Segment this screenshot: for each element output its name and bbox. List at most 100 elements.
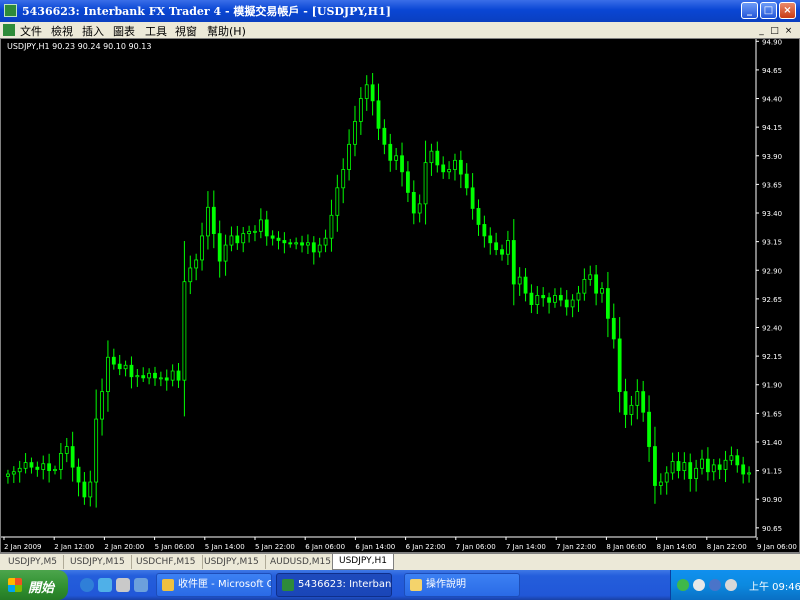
taskbar: 開始 收件匣 - Microsoft O... 5436623: Interba…: [0, 570, 800, 600]
x-tick-label: 2 Jan 12:00: [54, 543, 94, 551]
menu-file[interactable]: 文件: [20, 23, 42, 39]
x-tick-label: 9 Jan 06:00: [757, 543, 797, 551]
x-tick-label: 8 Jan 14:00: [657, 543, 697, 551]
chart-tabs: USDJPY,M5 USDJPY,M15 USDCHF,M15 USDJPY,M…: [0, 553, 800, 570]
task-inbox[interactable]: 收件匣 - Microsoft O...: [156, 573, 272, 597]
candlestick-chart[interactable]: 94.90 94.65 94.40 94.15 93.90 93.65 93.40 93.15…: [1, 39, 799, 552]
y-tick-label: 91.40: [762, 439, 782, 447]
maximize-button[interactable]: □: [760, 2, 777, 19]
candle-body: [700, 458, 704, 469]
candle-body: [611, 317, 616, 340]
start-button[interactable]: 開始: [0, 570, 68, 600]
candle-body: [658, 481, 663, 486]
quicklaunch-app-icon[interactable]: [116, 578, 130, 592]
tray-network-icon[interactable]: [677, 579, 689, 591]
trader-icon: [282, 579, 294, 591]
mdi-restore-button[interactable]: □: [769, 26, 780, 36]
menu-insert[interactable]: 插入: [82, 23, 104, 39]
mdi-minimize-button[interactable]: _: [756, 26, 767, 36]
candle-body: [235, 235, 240, 244]
tab-usdjpy-m15-2[interactable]: USDJPY,M15: [198, 555, 266, 569]
candle-body: [576, 292, 581, 301]
menu-view[interactable]: 檢視: [51, 23, 73, 39]
candle-body: [547, 297, 551, 303]
candle-body: [306, 242, 310, 246]
x-tick-label: 5 Jan 06:00: [155, 543, 195, 551]
tab-usdjpy-m15[interactable]: USDJPY,M15: [64, 555, 132, 569]
y-tick-label: 92.90: [762, 267, 782, 275]
tray-app-icon[interactable]: [693, 579, 705, 591]
candle-body: [247, 230, 251, 235]
y-tick-label: 91.15: [762, 468, 782, 476]
y-tick-label: 94.90: [762, 39, 782, 46]
y-tick-label: 90.90: [762, 496, 782, 504]
mdi-close-button[interactable]: ×: [783, 26, 794, 36]
task-help[interactable]: 操作說明: [404, 573, 520, 597]
minimize-button[interactable]: _: [741, 2, 758, 19]
title-bar: 5436623: Interbank FX Trader 4 - 模擬交易帳戶 …: [0, 0, 800, 22]
y-tick-label: 94.15: [762, 124, 782, 132]
candle-body: [353, 121, 357, 145]
candle-body: [553, 295, 557, 303]
candle-body: [594, 274, 599, 294]
candle-body: [94, 418, 99, 483]
tray-volume-icon[interactable]: [725, 579, 737, 591]
menu-tools[interactable]: 工具: [145, 23, 167, 39]
candle-body: [123, 364, 128, 370]
candle-body: [341, 169, 346, 189]
candle-body: [511, 240, 516, 285]
candle-body: [294, 242, 299, 245]
x-tick-label: 6 Jan 14:00: [355, 543, 395, 551]
candle-body: [147, 372, 152, 379]
candle-body: [229, 235, 234, 246]
candle-body: [411, 192, 416, 214]
candle-body: [100, 391, 104, 420]
candle-body: [523, 276, 528, 294]
close-button[interactable]: ×: [779, 2, 796, 19]
candle-body: [11, 471, 16, 475]
tab-usdjpy-h1[interactable]: USDJPY,H1: [332, 554, 394, 570]
candle-body: [23, 462, 28, 469]
candle-body: [329, 214, 334, 239]
ie-icon[interactable]: [80, 578, 94, 592]
candle-body: [506, 240, 510, 255]
y-tick-label: 91.90: [762, 382, 782, 390]
candle-body: [476, 208, 481, 225]
start-label: 開始: [28, 581, 55, 596]
candle-body: [558, 295, 563, 301]
candle-body: [288, 242, 293, 245]
tab-usdchf-m15[interactable]: USDCHF,M15: [130, 555, 203, 569]
candle-body: [605, 288, 610, 319]
candle-body: [47, 463, 52, 472]
candle-body: [270, 235, 275, 239]
tab-usdjpy-m5[interactable]: USDJPY,M5: [2, 555, 64, 569]
candle-body: [164, 377, 169, 381]
candle-body: [741, 464, 746, 475]
document-icon[interactable]: [3, 24, 15, 36]
candle-body: [629, 404, 634, 415]
task-label: 5436623: Interbank F...: [298, 579, 392, 590]
candle-body: [482, 224, 487, 237]
window-title: 5436623: Interbank FX Trader 4 - 模擬交易帳戶 …: [22, 5, 391, 18]
candle-body: [253, 230, 257, 233]
media-icon[interactable]: [134, 578, 148, 592]
task-trader[interactable]: 5436623: Interbank F...: [276, 573, 392, 597]
outlook-icon[interactable]: [98, 578, 112, 592]
menu-help[interactable]: 幫助(H): [207, 23, 246, 39]
tray-app-icon-2[interactable]: [709, 579, 721, 591]
mail-icon: [162, 579, 174, 591]
candle-body: [400, 155, 404, 173]
clock: 上午 09:46: [749, 582, 800, 593]
candle-body: [694, 467, 699, 480]
app-icon[interactable]: [4, 4, 17, 17]
candle-body: [82, 481, 87, 498]
task-label: 收件匣 - Microsoft O...: [178, 579, 271, 590]
candle-body: [264, 219, 269, 237]
menu-window[interactable]: 視窗: [175, 23, 197, 39]
menu-charts[interactable]: 圖表: [113, 23, 135, 39]
candle-body: [570, 299, 575, 308]
candle-body: [729, 455, 734, 461]
tab-audusd-m15[interactable]: AUDUSD,M15: [264, 555, 338, 569]
candle-body: [647, 411, 651, 447]
chart-area[interactable]: 94.90 94.65 94.40 94.15 93.90 93.65 93.40 93.15…: [0, 38, 800, 553]
